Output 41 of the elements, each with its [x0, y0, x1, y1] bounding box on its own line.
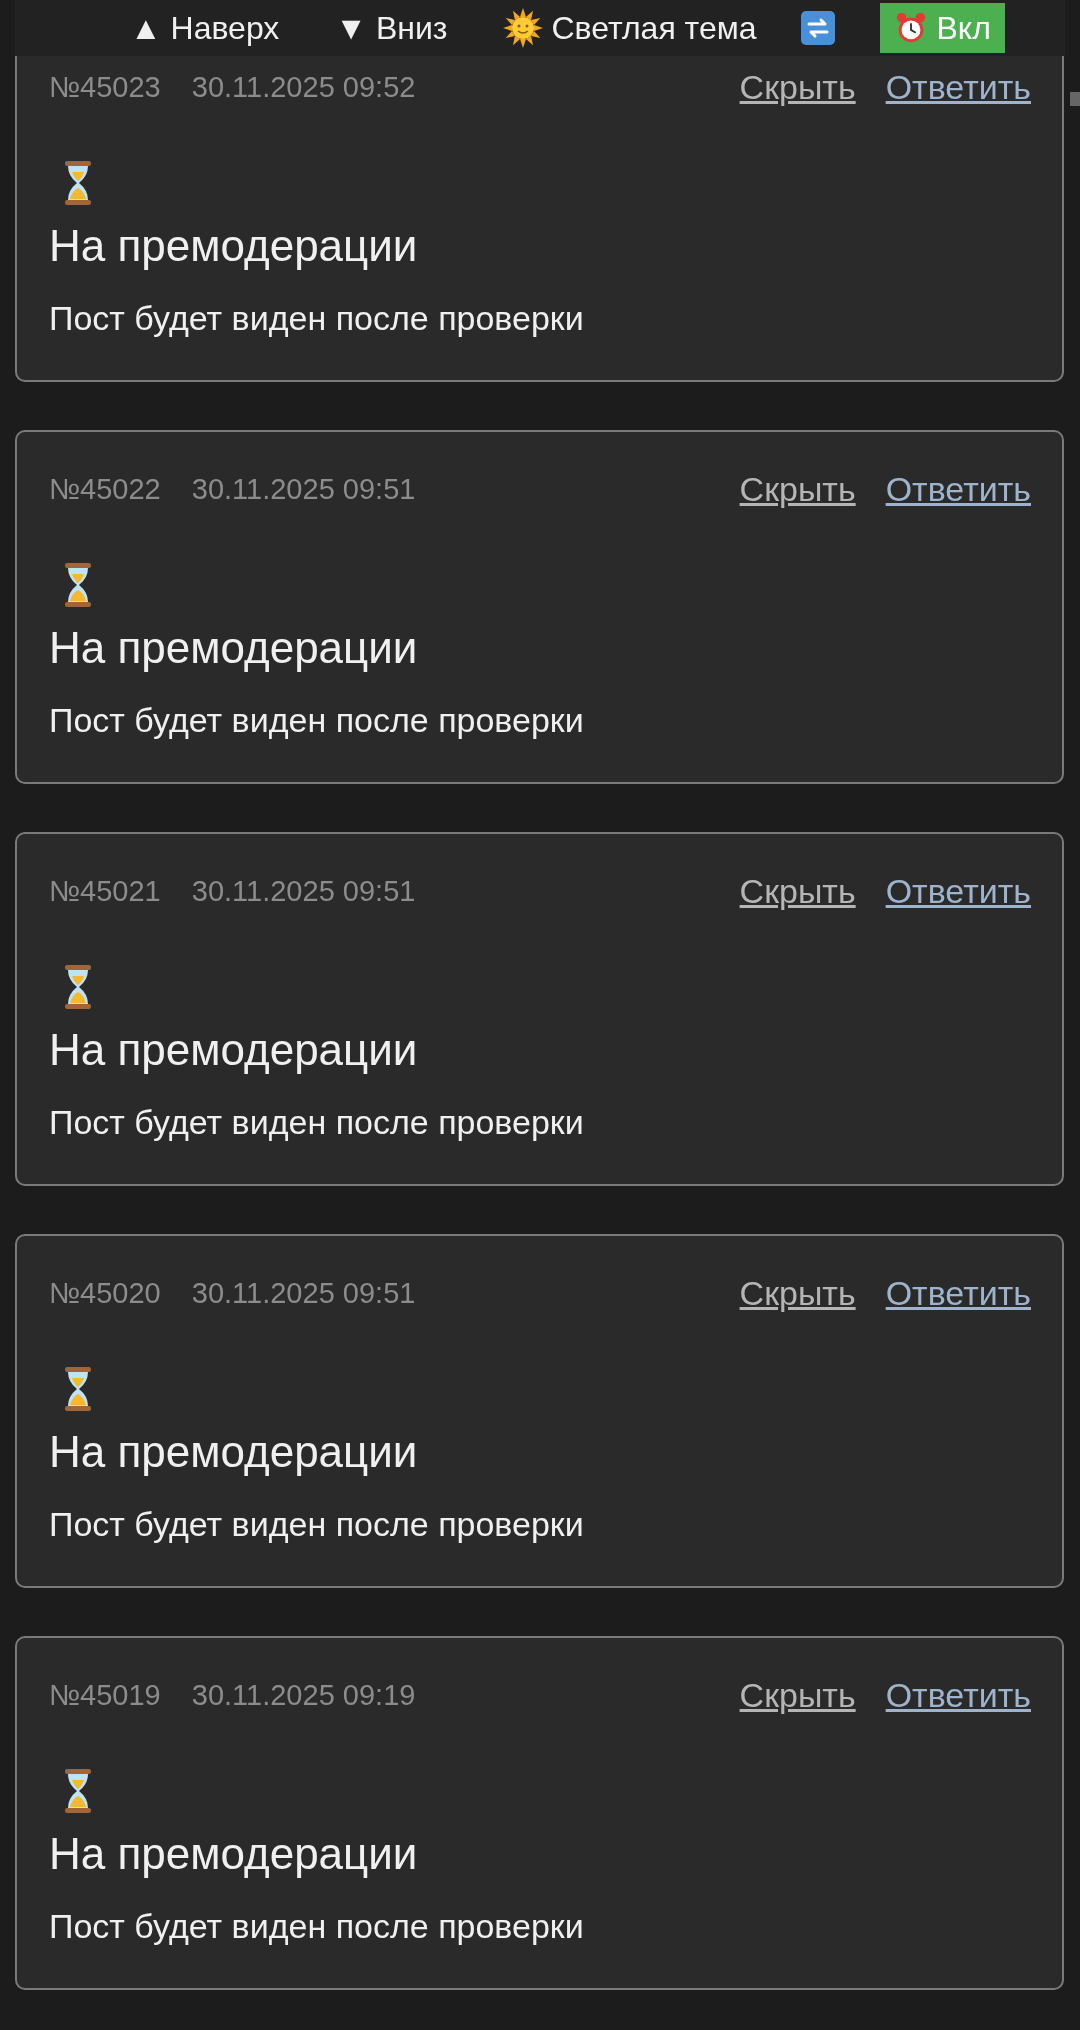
post-status-title: На премодерации	[49, 220, 419, 272]
post-datetime: 30.11.2025 09:51	[191, 472, 416, 506]
post-status-text: Пост будет виден после проверки	[49, 1102, 585, 1143]
post-datetime: 30.11.2025 09:51	[191, 1276, 416, 1310]
theme-button[interactable]: Светлая тема	[503, 8, 757, 48]
post-datetime: 30.11.2025 09:51	[191, 874, 416, 908]
scrollbar-thumb[interactable]	[1070, 92, 1080, 106]
hourglass-icon	[63, 562, 93, 608]
reply-link[interactable]: Ответить	[885, 871, 1031, 911]
post-number: №45019	[49, 1678, 161, 1712]
hourglass-icon	[63, 1768, 93, 1814]
post-datetime: 30.11.2025 09:52	[191, 70, 416, 104]
reply-link[interactable]: Ответить	[885, 1273, 1031, 1313]
post-number: №45023	[49, 70, 161, 104]
post-status-title: На премодерации	[49, 1426, 419, 1478]
post-status-title: На премодерации	[49, 1828, 419, 1880]
sun-icon	[503, 8, 544, 48]
hide-link[interactable]: Скрыть	[739, 1273, 856, 1313]
refresh-icon[interactable]	[800, 10, 837, 46]
hide-link[interactable]: Скрыть	[739, 871, 856, 911]
reply-link[interactable]: Ответить	[885, 469, 1031, 509]
scroll-up-button[interactable]: ▲ Наверх	[130, 9, 280, 47]
post-status-text: Пост будет виден после проверки	[49, 700, 585, 741]
post-status-text: Пост будет виден после проверки	[49, 1906, 585, 1947]
hide-link[interactable]: Скрыть	[739, 469, 856, 509]
post-number: №45021	[49, 874, 161, 908]
post-number: №45022	[49, 472, 161, 506]
hourglass-icon	[63, 160, 93, 206]
scroll-down-button[interactable]: ▼ Вниз	[335, 9, 448, 47]
post-status-text: Пост будет виден после проверки	[49, 298, 585, 339]
post-status-title: На премодерации	[49, 1024, 419, 1076]
post-status-text: Пост будет виден после проверки	[49, 1504, 585, 1545]
post-status-title: На премодерации	[49, 622, 419, 674]
reply-link[interactable]: Ответить	[885, 1675, 1031, 1715]
post-number: №45020	[49, 1276, 161, 1310]
hourglass-icon	[63, 964, 93, 1010]
hide-link[interactable]: Скрыть	[739, 1675, 856, 1715]
post-datetime: 30.11.2025 09:19	[191, 1678, 416, 1712]
hourglass-icon	[63, 1366, 93, 1412]
hide-link[interactable]: Скрыть	[739, 67, 856, 107]
reply-link[interactable]: Ответить	[885, 67, 1031, 107]
